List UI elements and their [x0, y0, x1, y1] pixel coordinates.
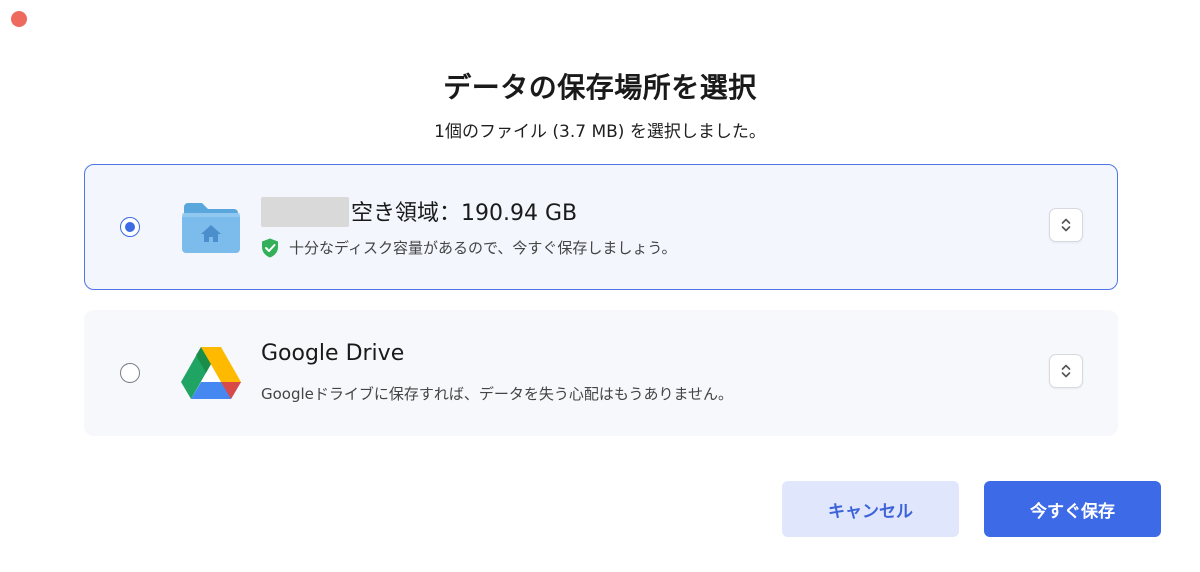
chevron-up-down-icon — [1061, 364, 1071, 378]
storage-option-local[interactable]: 空き領域：190.94 GB 十分なディスク容量があるので、今すぐ保存しましょう… — [84, 164, 1118, 290]
shield-check-icon — [262, 238, 278, 257]
chevron-up-down-icon — [1061, 218, 1071, 232]
local-storage-desc-text: 十分なディスク容量があるので、今すぐ保存しましょう。 — [289, 239, 677, 257]
radio-google-drive[interactable] — [120, 363, 140, 383]
free-space-label: 空き領域：190.94 GB — [351, 201, 578, 226]
google-drive-title: Google Drive — [261, 341, 405, 366]
radio-local[interactable] — [120, 217, 140, 237]
home-folder-icon — [182, 203, 240, 253]
location-stepper-local[interactable] — [1049, 208, 1083, 242]
local-storage-title: 空き領域：190.94 GB — [261, 195, 577, 227]
save-now-button[interactable]: 今すぐ保存 — [984, 481, 1161, 537]
google-drive-desc-text: Googleドライブに保存すれば、データを失う心配はもうありません。 — [261, 385, 733, 403]
local-storage-desc: 十分なディスク容量があるので、今すぐ保存しましょう。 — [261, 237, 676, 258]
google-drive-icon — [181, 347, 241, 399]
google-drive-desc: Googleドライブに保存すれば、データを失う心配はもうありません。 — [261, 383, 733, 404]
location-stepper-google-drive[interactable] — [1049, 354, 1083, 388]
cancel-button[interactable]: キャンセル — [782, 481, 959, 537]
redacted-disk-name — [261, 197, 349, 227]
dialog-subtitle: 1個のファイル (3.7 MB) を選択しました。 — [434, 122, 766, 142]
dialog-title: データの保存場所を選択 — [443, 71, 757, 104]
window-close-button[interactable] — [11, 11, 27, 27]
storage-option-google-drive[interactable]: Google Drive Googleドライブに保存すれば、データを失う心配はも… — [84, 310, 1118, 436]
